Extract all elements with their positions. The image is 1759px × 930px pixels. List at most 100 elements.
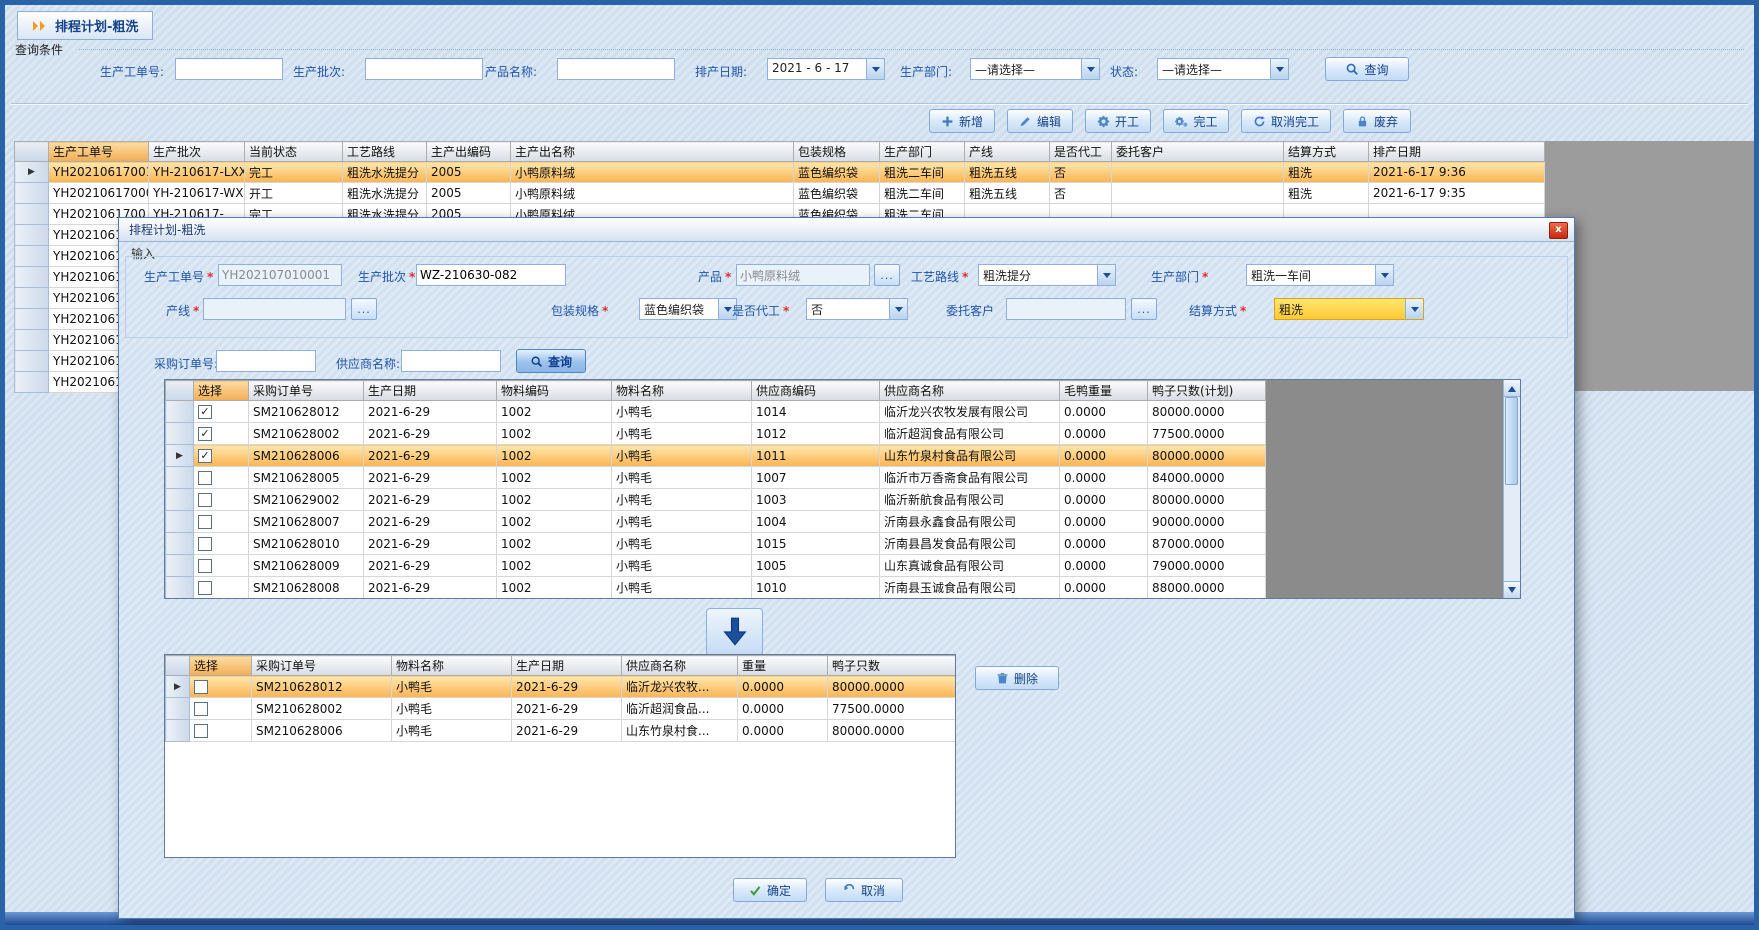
line-browse-button[interactable]: ... [351,298,377,320]
column-header[interactable]: 结算方式 [1284,142,1369,162]
product-browse-button[interactable]: ... [874,264,900,286]
column-header[interactable]: 选择 [190,656,252,676]
checkbox-cell[interactable] [190,720,252,742]
column-header[interactable]: 供应商名称 [622,656,738,676]
table-row[interactable]: SM2106280072021-6-291002小鸭毛1004沂南县永鑫食品有限… [166,511,1266,533]
column-header[interactable]: 主产出编码 [427,142,511,162]
row-selector[interactable] [166,577,194,599]
dlg-package-select[interactable]: 蓝色编织袋 [639,298,737,320]
column-header[interactable]: 生产工单号 [49,142,149,162]
row-selector[interactable] [15,372,49,393]
row-checkbox[interactable] [198,581,212,595]
checkbox-cell[interactable]: ✓ [194,401,249,423]
column-header[interactable]: 采购订单号 [252,656,392,676]
column-header[interactable]: 鸭子只数 [828,656,957,676]
column-header[interactable]: 选择 [194,381,249,401]
product-name-input[interactable] [557,58,675,80]
row-selector[interactable] [166,720,190,742]
po-number-input[interactable] [216,350,316,372]
row-selector[interactable]: ▶ [15,162,49,183]
row-checkbox[interactable]: ✓ [198,427,212,441]
client-browse-button[interactable]: ... [1131,298,1157,320]
row-selector[interactable] [15,267,49,288]
table-row[interactable]: SM2106280092021-6-291002小鸭毛1005山东真诚食品有限公… [166,555,1266,577]
row-checkbox[interactable] [198,471,212,485]
dlg-outsourced-select[interactable]: 否 [806,298,908,320]
row-checkbox[interactable] [194,724,208,738]
schedule-date-select[interactable]: 2021 - 6 - 17 [767,58,885,80]
scrollbar-thumb[interactable] [1505,397,1518,485]
column-header[interactable]: 物料名称 [612,381,752,401]
column-header[interactable]: 包装规格 [794,142,880,162]
checkbox-cell[interactable] [194,533,249,555]
table-row[interactable]: ▶SM210628012小鸭毛2021-6-29临沂龙兴农牧...0.00008… [166,676,957,698]
column-header[interactable]: 采购订单号 [249,381,364,401]
status-select[interactable]: —请选择— [1157,58,1289,80]
row-selector[interactable] [166,698,190,720]
row-selector[interactable]: ▶ [166,676,190,698]
start-work-button[interactable]: 开工 [1085,109,1151,133]
checkbox-cell[interactable] [190,698,252,720]
row-selector[interactable] [15,309,49,330]
table-row[interactable]: SM210628002小鸭毛2021-6-29临沂超润食品...0.000077… [166,698,957,720]
table-row[interactable]: SM2106280082021-6-291002小鸭毛1010沂南县玉诚食品有限… [166,577,1266,599]
ok-button[interactable]: 确定 [733,878,807,902]
column-header[interactable]: 主产出名称 [511,142,794,162]
add-button[interactable]: 新增 [929,109,995,133]
row-selector[interactable] [15,246,49,267]
checkbox-cell[interactable] [190,676,252,698]
table-row[interactable]: SM2106280102021-6-291002小鸭毛1015沂南县昌发食品有限… [166,533,1266,555]
dlg-route-select[interactable]: 粗洗提分 [978,264,1116,286]
chevron-down-icon[interactable] [1270,59,1288,79]
column-header[interactable]: 供应商名称 [880,381,1060,401]
column-header[interactable]: 物料名称 [392,656,512,676]
row-selector-header[interactable] [166,656,190,676]
work-order-input[interactable] [175,58,283,80]
row-selector[interactable] [166,533,194,555]
row-checkbox[interactable] [198,515,212,529]
table-row[interactable]: ▶YH202106170010YH-210617-LXXL931完工粗洗水洗提分… [15,162,1545,183]
row-checkbox[interactable] [198,493,212,507]
selected-orders-table[interactable]: 选择 采购订单号 物料名称 生产日期 供应商名称 重量 鸭子只数 ▶SM2106… [165,655,956,742]
row-checkbox[interactable] [198,559,212,573]
dialog-titlebar[interactable]: 排程计划-粗洗 [119,218,1574,242]
cancel-button[interactable]: 取消 [825,878,903,902]
column-header[interactable]: 生产日期 [512,656,622,676]
row-selector[interactable] [166,511,194,533]
column-header[interactable]: 生产部门 [880,142,965,162]
table-row[interactable]: SM210628006小鸭毛2021-6-29山东竹泉村食...0.000080… [166,720,957,742]
column-header[interactable]: 生产批次 [149,142,245,162]
chevron-down-icon[interactable] [1375,265,1393,285]
column-header[interactable]: 重量 [738,656,828,676]
row-checkbox[interactable]: ✓ [198,405,212,419]
table-row[interactable]: ▶✓SM2106280062021-6-291002小鸭毛1011山东竹泉村食品… [166,445,1266,467]
cancel-finish-button[interactable]: 取消完工 [1241,109,1331,133]
table-row[interactable]: ✓SM2106280022021-6-291002小鸭毛1012临沂超润食品有限… [166,423,1266,445]
row-checkbox[interactable] [198,537,212,551]
column-header[interactable]: 是否代工 [1050,142,1112,162]
checkbox-cell[interactable] [194,467,249,489]
dlg-dept-select[interactable]: 粗洗一车间 [1246,264,1394,286]
dept-select[interactable]: —请选择— [970,58,1100,80]
dlg-batch-input[interactable] [416,264,566,286]
batch-input[interactable] [365,58,483,80]
finish-work-button[interactable]: 完工 [1163,109,1229,133]
tab-scheduling-plan[interactable]: 排程计划-粗洗 [17,11,153,40]
checkbox-cell[interactable] [194,511,249,533]
row-selector-header[interactable] [15,142,49,162]
po-search-button[interactable]: 查询 [516,349,586,373]
row-selector[interactable] [15,330,49,351]
table-row[interactable]: ✓SM2106280122021-6-291002小鸭毛1014临沂龙兴农牧发展… [166,401,1266,423]
column-header[interactable]: 供应商编码 [752,381,880,401]
row-selector[interactable] [166,401,194,423]
column-header[interactable]: 工艺路线 [343,142,427,162]
checkbox-cell[interactable]: ✓ [194,423,249,445]
row-selector-header[interactable] [166,381,194,401]
checkbox-cell[interactable] [194,577,249,599]
column-header[interactable]: 物料编码 [497,381,612,401]
column-header[interactable]: 生产日期 [364,381,497,401]
row-selector[interactable] [15,225,49,246]
row-selector[interactable] [166,423,194,445]
table-row[interactable]: SM2106290022021-6-291002小鸭毛1003临沂新航食品有限公… [166,489,1266,511]
column-header[interactable]: 毛鸭重量 [1060,381,1148,401]
